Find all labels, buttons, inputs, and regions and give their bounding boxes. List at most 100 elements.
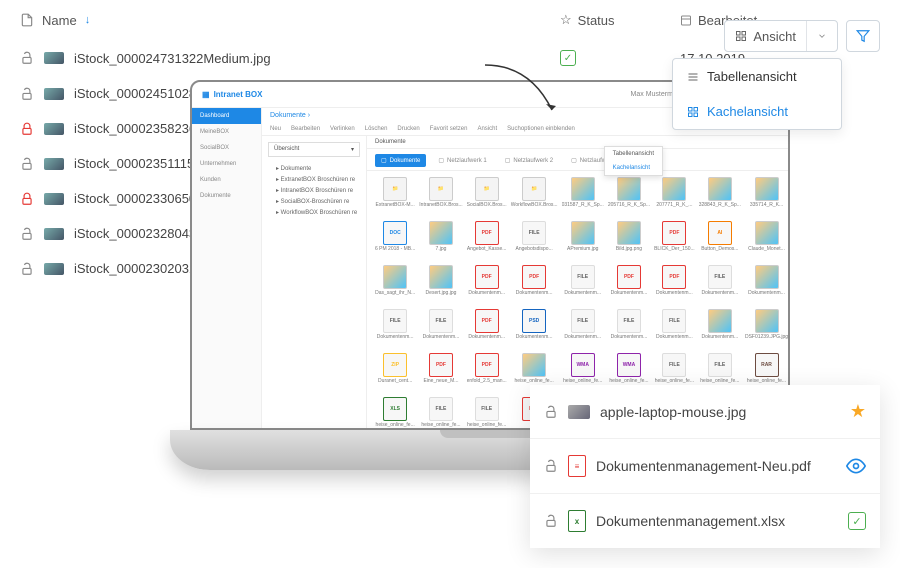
document-tile[interactable]: PDF Dokumentenm... <box>654 265 695 305</box>
document-tile[interactable]: DOC 6 PM 2018 - MB... <box>375 221 415 261</box>
doc-name: Claude_Monet... <box>745 246 788 252</box>
tree-folder[interactable]: ▸ SocialBOX-Broschüren re <box>268 196 360 207</box>
sidebar-item[interactable]: Kunden <box>192 172 261 188</box>
doc-name: enfold_2.5_man... <box>467 378 507 384</box>
app-logo[interactable]: ▦ Intranet BOX <box>202 90 262 99</box>
document-tile[interactable]: PDF Dokumentenm... <box>608 265 650 305</box>
doc-name: Dokumentenm... <box>745 290 788 296</box>
document-tile[interactable]: PDF Angebot_Kasse... <box>467 221 507 261</box>
toolbar-button[interactable]: Neu <box>270 126 281 132</box>
tab[interactable]: ▢Dokumente <box>375 154 426 167</box>
file-icon: FILE <box>662 309 686 333</box>
ansicht-dropdown-button[interactable]: Ansicht <box>724 20 838 52</box>
thumbnail <box>568 405 590 419</box>
toolbar-button[interactable]: Verlinken <box>330 126 355 132</box>
arrow-annotation <box>480 60 560 120</box>
document-tile[interactable]: Das_sagt_ihr_N... <box>375 265 415 305</box>
tab[interactable]: ▢Netzlaufwerk 2 <box>499 154 559 167</box>
chevron-down-icon: ▾ <box>351 146 354 153</box>
document-tile[interactable]: FILE Dokumentenm... <box>562 309 604 349</box>
document-tile[interactable]: FILE Dokumentenm... <box>375 309 415 349</box>
document-tile[interactable]: FILE Dokumentenm... <box>419 309 462 349</box>
tree-folder[interactable]: ▸ WorkflowBOX Broschüren re <box>268 207 360 218</box>
document-tile[interactable]: Claude_Monet... <box>745 221 788 261</box>
filter-button[interactable] <box>846 20 880 52</box>
document-tile[interactable]: 📁 SocialBOX.Bros... <box>467 177 507 217</box>
document-tile[interactable]: Dokumentenm... <box>699 309 741 349</box>
document-tile[interactable]: FILE Dokumentenm... <box>608 309 650 349</box>
document-tile[interactable]: Dokumentenm... <box>745 265 788 305</box>
col-name-header[interactable]: Name ↓ <box>20 13 560 28</box>
document-tile[interactable]: FILE Angebotsdispo... <box>511 221 558 261</box>
document-tile[interactable]: 031587_R_K_Sp... <box>562 177 604 217</box>
doc-name: Dokumentenm... <box>562 334 604 340</box>
toolbar-button[interactable]: Ansicht <box>477 126 497 132</box>
document-tile[interactable]: APremium.jpg <box>562 221 604 261</box>
document-tile[interactable]: PDF Eine_neue_M... <box>419 353 462 393</box>
doc-name: IntranetBOX.Bros... <box>419 202 462 208</box>
sidebar-item[interactable]: MeineBOX <box>192 124 261 140</box>
document-tile[interactable]: PDF BLICK_Der_150... <box>654 221 695 261</box>
document-tile[interactable]: Bild.jpg.png <box>608 221 650 261</box>
toolbar-button[interactable]: Drucken <box>397 126 419 132</box>
sidebar-item[interactable]: Unternehmen <box>192 156 261 172</box>
document-tile[interactable]: 📁 IntranetBOX.Bros... <box>419 177 462 217</box>
ansicht-mini-tiles[interactable]: Kachelansicht <box>605 161 662 175</box>
tree-folder[interactable]: ▸ IntranetBOX Broschüren re <box>268 185 360 196</box>
document-tile[interactable]: PDF Dokumentenm... <box>467 265 507 305</box>
ansicht-mini-table[interactable]: Tabellenansicht <box>605 147 662 161</box>
document-tile[interactable]: Desert.jpg.jpg <box>419 265 462 305</box>
dropdown-label: Übersicht <box>274 146 299 153</box>
card-row[interactable]: x Dokumentenmanagement.xlsx ✓ <box>530 494 880 548</box>
wma-icon: WMA <box>617 353 641 377</box>
toolbar-button[interactable]: Favorit setzen <box>430 126 468 132</box>
doc-name: Angebot_Kasse... <box>467 246 507 252</box>
doc-name: 031587_R_K_Sp... <box>562 202 604 208</box>
lock-open-icon <box>20 262 34 276</box>
sidebar-item[interactable]: Dokumente <box>192 188 261 204</box>
document-tile[interactable]: FILE Dokumentenm... <box>562 265 604 305</box>
document-tile[interactable]: 7.jpg <box>419 221 462 261</box>
tree-folder[interactable]: ▸ ExtranetBOX Broschüren re <box>268 174 360 185</box>
doc-name: 6 PM 2018 - MB... <box>375 246 415 252</box>
ansicht-menu-tiles[interactable]: Kachelansicht <box>673 94 841 129</box>
document-tile[interactable]: XLS heise_online_fe... <box>375 397 415 428</box>
document-tile[interactable]: FILE heise_online_fe... <box>419 397 462 428</box>
document-tile[interactable]: PDF Dokumentenm... <box>467 309 507 349</box>
document-tile[interactable]: PSD Dokumentenm... <box>511 309 558 349</box>
document-tile[interactable]: ZIP Duranet_cent... <box>375 353 415 393</box>
img-icon <box>755 177 779 201</box>
toolbar-button[interactable]: Löschen <box>365 126 388 132</box>
document-tile[interactable]: DSF01239.JPG.jpg <box>745 309 788 349</box>
card-row[interactable]: apple-laptop-mouse.jpg ★ <box>530 385 880 439</box>
document-tile[interactable]: FILE heise_online_fe... <box>467 397 507 428</box>
document-tile[interactable]: PDF enfold_2.5_man... <box>467 353 507 393</box>
tab[interactable]: ▢Netzlaufwerk 1 <box>432 154 492 167</box>
pdf-icon: ≡ <box>568 455 586 477</box>
doc-name: 328843_R_K_Sp... <box>699 202 741 208</box>
document-tile[interactable]: 205716_R_K_Sp... <box>608 177 650 217</box>
toolbar-button[interactable]: Bearbeiten <box>291 126 320 132</box>
document-tile[interactable]: 📁 ExtranetBOX-M... <box>375 177 415 217</box>
pdf-icon: PDF <box>522 265 546 289</box>
document-tile[interactable]: 335714_R_K... <box>745 177 788 217</box>
tree-folder[interactable]: ▸ Dokumente <box>268 163 360 174</box>
file-icon: FILE <box>522 221 546 245</box>
document-tile[interactable]: 328843_R_K_Sp... <box>699 177 741 217</box>
document-tile[interactable]: PDF Dokumentenm... <box>511 265 558 305</box>
document-tile[interactable]: 📁 WorkflowBOX.Bros... <box>511 177 558 217</box>
document-tile[interactable]: FILE Dokumentenm... <box>654 309 695 349</box>
toolbar-button[interactable]: Suchoptionen einblenden <box>507 126 575 132</box>
tree-panel: Übersicht ▾ ▸ Dokumente▸ ExtranetBOX Bro… <box>262 136 367 428</box>
document-tile[interactable]: AI Button_Demos... <box>699 221 741 261</box>
document-tile[interactable]: 207771_R_K_... <box>654 177 695 217</box>
sidebar-item[interactable]: Dashboard <box>192 108 261 124</box>
overview-dropdown[interactable]: Übersicht ▾ <box>268 142 360 157</box>
col-status-header[interactable]: ☆ Status <box>560 12 680 28</box>
ansicht-menu-table[interactable]: Tabellenansicht <box>673 59 841 94</box>
doc-name: 207771_R_K_... <box>654 202 695 208</box>
document-tile[interactable]: FILE Dokumentenm... <box>699 265 741 305</box>
thumbnail <box>44 193 64 205</box>
sidebar-item[interactable]: SocialBOX <box>192 140 261 156</box>
card-row[interactable]: ≡ Dokumentenmanagement-Neu.pdf <box>530 439 880 494</box>
